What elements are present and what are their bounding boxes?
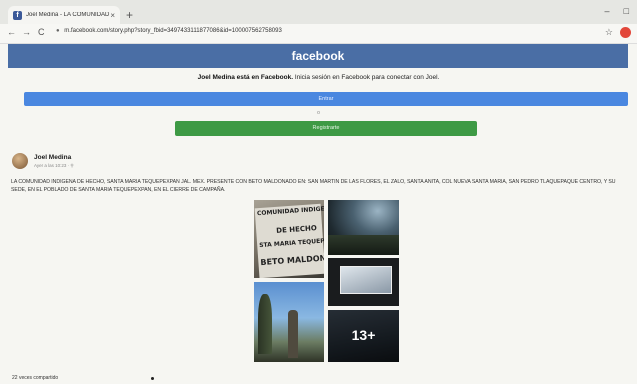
or-separator: o <box>317 110 320 116</box>
post-text: LA COMUNIDAD INDIGENA DE HECHO, SANTA MA… <box>11 179 616 193</box>
login-prompt-text: Inicia sesión en Facebook para conectar … <box>293 74 440 81</box>
mouse-cursor <box>151 377 154 380</box>
photo-grid: COMUNIDAD INDIGENA DE HECHO STA MARIA TE… <box>254 200 399 362</box>
sign-line-4: BETO MALDONADO <box>260 252 324 268</box>
banner-sign: COMUNIDAD INDIGENA DE HECHO STA MARIA TE… <box>254 203 324 278</box>
photo-screen[interactable] <box>328 258 399 306</box>
maximize-button[interactable]: □ <box>624 6 629 16</box>
bookmark-star-icon[interactable]: ☆ <box>605 27 613 38</box>
login-prompt-name: Joel Medina está en Facebook. <box>197 74 294 81</box>
sign-line-2: DE HECHO <box>275 224 318 235</box>
reload-icon[interactable]: C <box>38 27 45 37</box>
lock-icon: ● <box>56 28 60 34</box>
post-date[interactable]: Ayer a las 10:23 · ⚲ <box>34 163 74 169</box>
address-bar: ← → C ● m.facebook.com/story.php?story_f… <box>0 24 637 44</box>
url-text: m.facebook.com/story.php?story_fbid=3497… <box>64 28 282 34</box>
login-button[interactable]: Entrar <box>24 92 628 106</box>
close-tab-icon[interactable]: × <box>110 11 115 20</box>
more-photos-count: 13+ <box>351 327 376 343</box>
statue <box>288 310 298 358</box>
tab-title: Joel Medina - LA COMUNIDAD <box>26 12 110 18</box>
new-tab-button[interactable]: + <box>126 9 133 21</box>
photo-plaza-statue[interactable] <box>254 282 324 362</box>
browser-tab[interactable]: f Joel Medina - LA COMUNIDAD × <box>8 6 120 24</box>
sign-line-1: COMUNIDAD INDIGENA <box>256 204 324 218</box>
photo-night-crowd[interactable] <box>328 200 399 255</box>
minimize-button[interactable]: – <box>605 6 610 16</box>
facebook-favicon-icon: f <box>13 10 22 20</box>
forward-arrow-icon[interactable]: → <box>22 27 31 37</box>
projected-screen <box>340 266 392 294</box>
crowd-silhouette <box>328 235 399 255</box>
sign-line-3: STA MARIA TEQUEPEX <box>259 236 324 250</box>
photo-banner-sign[interactable]: COMUNIDAD INDIGENA DE HECHO STA MARIA TE… <box>254 200 324 278</box>
photo-more[interactable]: 13+ <box>328 310 399 362</box>
register-button[interactable]: Registrarte <box>175 121 477 136</box>
author-avatar[interactable] <box>12 153 28 169</box>
browser-window: f Joel Medina - LA COMUNIDAD × + – □ ← →… <box>0 0 637 384</box>
url-field[interactable]: ● m.facebook.com/story.php?story_fbid=34… <box>56 28 282 34</box>
window-controls: – □ <box>605 6 629 16</box>
facebook-header[interactable]: facebook <box>8 44 628 68</box>
back-arrow-icon[interactable]: ← <box>7 27 16 37</box>
post-author[interactable]: Joel Medina <box>34 154 71 161</box>
tab-strip: f Joel Medina - LA COMUNIDAD × + – □ <box>0 0 637 24</box>
palm-tree <box>258 294 272 354</box>
login-prompt: Joel Medina está en Facebook. Inicia ses… <box>0 74 637 81</box>
share-count[interactable]: 22 veces compartido <box>12 375 58 381</box>
profile-avatar-icon[interactable] <box>620 27 631 38</box>
